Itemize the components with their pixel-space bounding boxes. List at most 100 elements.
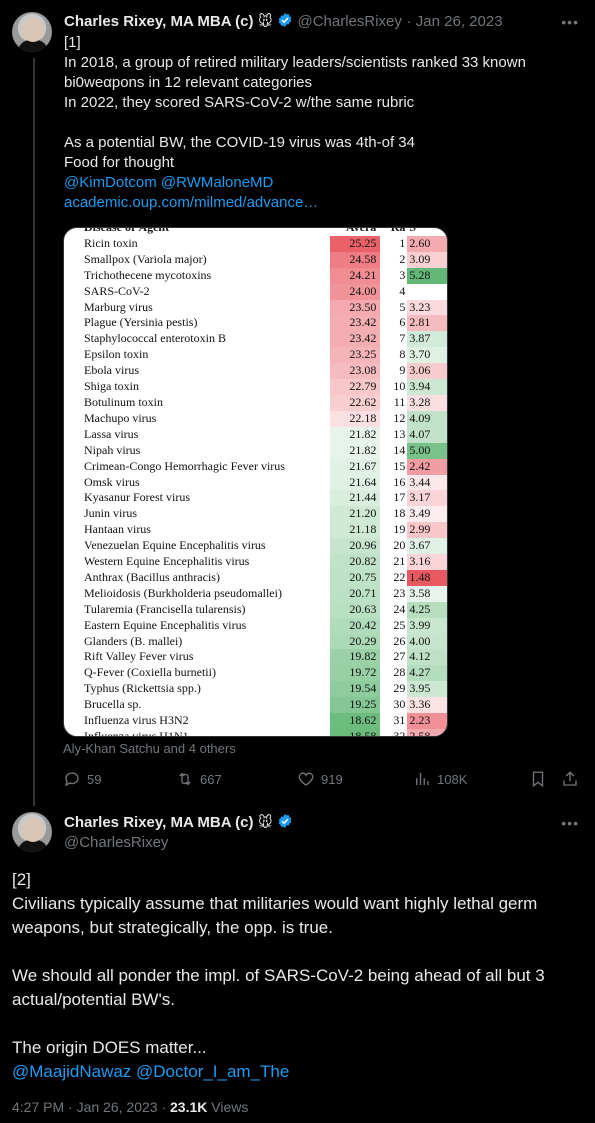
avatar[interactable] [12, 12, 52, 52]
share-icon [563, 771, 577, 786]
heart-icon [298, 772, 314, 786]
text-line: [1] [64, 34, 81, 51]
table-row: Lassa virus 21.82 13 4.07 [64, 426, 447, 443]
tweet-date[interactable]: Jan 26, 2023 [416, 13, 503, 30]
text-line: bi0weαpons in 12 relevant categories [64, 74, 312, 91]
average-score-cell: 20.82 [330, 554, 381, 570]
agent-name-cell: Lassa virus [84, 426, 139, 441]
rank-cell: 26 [393, 633, 406, 648]
category-score-cell: 3.17 [407, 490, 447, 507]
average-score-cell: 19.72 [330, 665, 381, 682]
agent-name-cell: Crimean-Congo Hemorrhagic Fever virus [84, 458, 285, 473]
bookmark-button[interactable] [529, 770, 547, 788]
rank-cell: 8 [399, 347, 406, 362]
category-score-cell: 3.28 [407, 394, 447, 411]
thread-connector-line [33, 58, 35, 806]
table-row: Western Equine Encephalitis virus 20.82 21… [64, 554, 447, 570]
avatar[interactable] [12, 812, 52, 852]
mention-links[interactable]: @KimDotcom @RWMaloneMD [64, 173, 584, 193]
category-score-cell: 3.94 [407, 379, 447, 395]
agent-name-cell: Omsk virus [84, 474, 140, 489]
agent-name-cell: Ricin toxin [84, 235, 138, 250]
table-row: Staphylococcal enterotoxin B 23.42 7 3.87 [64, 331, 447, 348]
agent-name-cell: Glanders (B. mallei) [84, 633, 183, 648]
retweet-button[interactable]: 667 [176, 770, 222, 788]
rank-cell: 12 [393, 410, 406, 425]
table-row: Trichothecene mycotoxins 24.21 3 5.28 [64, 267, 447, 284]
mention-links[interactable]: @MaajidNawaz @Doctor_I_am_The [12, 1060, 582, 1084]
agent-name-cell: Smallpox (Variola major) [84, 251, 207, 266]
text-line [64, 113, 584, 133]
more-options-icon[interactable]: ••• [561, 14, 579, 30]
author-handle[interactable]: @CharlesRixey [297, 13, 401, 30]
table-row: Influenza virus H1N1 18.58 32 2.58 [64, 729, 447, 737]
average-score-cell: 19.82 [330, 649, 381, 666]
table-row: Plague (Yersinia pestis) 23.42 6 2.81 [64, 315, 447, 332]
retweet-count: 667 [200, 771, 222, 787]
views-label: Views [211, 1099, 249, 1115]
views-button[interactable]: 108K [413, 770, 467, 788]
average-score-cell: 20.71 [330, 585, 381, 602]
rank-cell: 5 [399, 299, 406, 314]
rank-cell: 23 [393, 585, 406, 600]
table-row: Anthrax (Bacillus anthracis) 20.75 22 1.48 [64, 569, 447, 586]
average-score-cell: 23.50 [330, 299, 381, 316]
category-score-cell: 4.07 [407, 426, 447, 443]
agent-name-cell: Western Equine Encephalitis virus [84, 554, 250, 569]
category-score-cell: 4.27 [407, 665, 447, 682]
average-score-cell: 24.58 [330, 251, 381, 268]
tweet-2-author-block: Charles Rixey, MA MBA (c) 🐭 @CharlesRixe… [64, 813, 293, 851]
average-score-cell: 21.44 [330, 490, 381, 507]
rank-cell: 21 [393, 554, 406, 569]
average-score-cell: 21.20 [330, 506, 381, 523]
table-row: Omsk virus 21.64 16 3.44 [64, 474, 447, 491]
like-button[interactable]: 919 [297, 770, 343, 788]
more-options-icon[interactable]: ••• [561, 815, 579, 831]
average-score-cell: 18.62 [330, 713, 381, 729]
table-row: Eastern Equine Encephalitis virus 20.42 25… [64, 617, 447, 634]
attached-image-table[interactable]: Disease or Agent Avera Ra S Ricin toxin 25.25… [63, 227, 448, 737]
category-score-cell: S [409, 227, 417, 234]
table-row: Q-Fever (Coxiella burnetii) 19.72 28 4.27 [64, 665, 447, 682]
average-score-cell: 21.18 [330, 522, 381, 539]
table-row: Marburg virus 23.50 5 3.23 [64, 299, 447, 316]
article-link[interactable]: academic.oup.com/milmed/advance… [64, 193, 584, 213]
tweet-date[interactable]: Jan 26, 2023 [77, 1099, 158, 1115]
average-score-cell: 21.64 [330, 474, 381, 491]
agent-name-cell: Botulinum toxin [84, 394, 164, 409]
rank-cell: 18 [393, 506, 406, 521]
author-handle[interactable]: @CharlesRixey [64, 834, 293, 851]
agent-name-cell: Anthrax (Bacillus anthracis) [84, 569, 220, 584]
reply-button[interactable]: 59 [63, 770, 101, 788]
author-name[interactable]: Charles Rixey, MA MBA (c) [64, 814, 254, 831]
rank-cell: 27 [393, 649, 406, 664]
agent-name-cell: Brucella sp. [84, 697, 142, 712]
agent-name-cell: Eastern Equine Encephalitis virus [84, 617, 247, 632]
table-row: Tularemia (Francisella tularensis) 20.63 2… [64, 601, 447, 618]
average-score-cell: 21.82 [330, 442, 381, 459]
share-button[interactable] [561, 770, 579, 788]
rank-cell: 29 [393, 681, 406, 696]
tweet-time[interactable]: 4:27 PM [12, 1099, 64, 1115]
author-name[interactable]: Charles Rixey, MA MBA (c) [64, 13, 254, 30]
agent-name-cell: Influenza virus H1N1 [84, 729, 189, 737]
agent-name-cell: Typhus (Rickettsia spp.) [84, 681, 201, 696]
table-row: Rift Valley Fever virus 19.82 27 4.12 [64, 649, 447, 666]
average-score-cell: 24.00 [330, 283, 381, 300]
category-score-cell: 3.23 [407, 299, 447, 316]
table-row: Kyasanur Forest virus 21.44 17 3.17 [64, 490, 447, 507]
rank-cell: 24 [393, 601, 406, 616]
tagged-people[interactable]: Aly-Khan Satchu and 4 others [63, 741, 236, 756]
agent-name-cell: Influenza virus H3N2 [84, 713, 189, 728]
verified-badge-icon [278, 13, 292, 27]
rank-cell: 32 [393, 729, 406, 737]
category-score-cell: 2.42 [407, 458, 447, 475]
category-score-cell: 3.06 [407, 363, 447, 380]
text-line: In 2018, a group of retired military lea… [64, 54, 526, 71]
mouse-emoji: 🐭 [257, 815, 273, 831]
table-row: Shiga toxin 22.79 10 3.94 [64, 379, 447, 395]
category-score-cell: 5.28 [407, 267, 447, 284]
average-score-cell: 22.62 [330, 394, 381, 411]
text-line: In 2022, they scored SARS-CoV-2 w/the sa… [64, 94, 415, 111]
text-line: As a potential BW, the COVID-19 virus wa… [64, 134, 415, 151]
